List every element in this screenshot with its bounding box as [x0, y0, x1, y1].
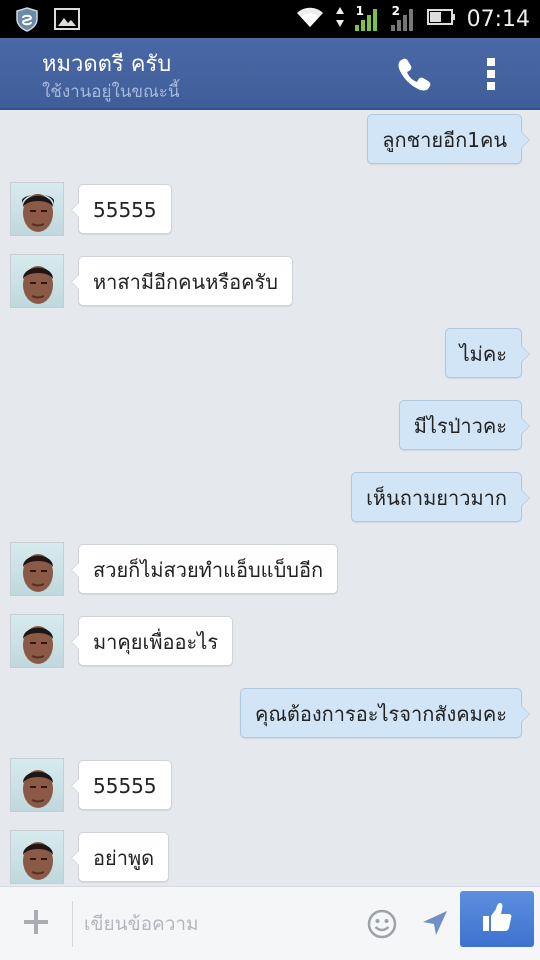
- emoji-button[interactable]: [366, 908, 398, 940]
- battery-icon: [426, 6, 457, 32]
- chat-header: หมวดตรี ครับ ใช้งานอยู่ในขณะนี้: [0, 38, 540, 110]
- incoming-message[interactable]: มาคุยเพื่ออะไร: [70, 616, 234, 666]
- contact-status: ใช้งานอยู่ในขณะนี้: [42, 82, 180, 102]
- incoming-message[interactable]: สวยก็ไม่สวยทำแอ็บแบ็บอีก: [70, 544, 339, 594]
- call-button[interactable]: [394, 54, 434, 94]
- sim1-signal-icon: 1: [354, 4, 381, 31]
- message-composer: [0, 886, 540, 960]
- avatar[interactable]: [10, 758, 64, 812]
- outgoing-message[interactable]: มีไรป่าวคะ: [398, 400, 531, 450]
- incoming-message[interactable]: หาสามีอีกคนหรือครับ: [71, 256, 293, 306]
- outgoing-message[interactable]: ลูกชายอีก1คน: [367, 114, 530, 164]
- like-button[interactable]: [460, 891, 534, 947]
- sim1-label: 1: [354, 4, 365, 18]
- wifi-icon: [295, 5, 325, 33]
- clock: 07:14: [466, 6, 530, 32]
- avatar[interactable]: [10, 182, 64, 236]
- incoming-message[interactable]: 55555: [71, 184, 172, 234]
- contact-name[interactable]: หมวดตรี ครับ: [42, 46, 171, 81]
- avatar[interactable]: [10, 254, 64, 308]
- location-arrow-icon: [423, 911, 447, 935]
- attach-button[interactable]: [22, 908, 50, 936]
- thumbs-up-icon: [483, 903, 512, 931]
- sim2-signal-icon: 2: [390, 4, 417, 31]
- location-button[interactable]: [420, 908, 450, 938]
- gallery-icon: [54, 8, 80, 34]
- divider: [72, 901, 73, 947]
- avatar[interactable]: [10, 614, 64, 668]
- phone-icon: [398, 58, 431, 91]
- shield-app-icon: [14, 6, 40, 36]
- status-bar: 1 2 07:14: [0, 0, 540, 38]
- outgoing-message[interactable]: คุณต้องการอะไรจากสังคมคะ: [239, 688, 531, 738]
- emoji-icon: [367, 909, 397, 939]
- avatar[interactable]: [10, 830, 64, 884]
- plus-icon: [24, 910, 48, 934]
- outgoing-message[interactable]: ไม่คะ: [444, 328, 531, 378]
- incoming-message[interactable]: 55555: [71, 760, 172, 810]
- incoming-message[interactable]: อย่าพูด: [70, 832, 170, 882]
- more-options-button[interactable]: [480, 54, 502, 94]
- vertical-dots-icon: [487, 58, 495, 90]
- avatar[interactable]: [10, 542, 64, 596]
- outgoing-message[interactable]: เห็นถามยาวมาก: [351, 472, 530, 522]
- message-input[interactable]: [84, 905, 354, 943]
- data-arrows-icon: [335, 5, 345, 33]
- sim2-label: 2: [390, 4, 401, 18]
